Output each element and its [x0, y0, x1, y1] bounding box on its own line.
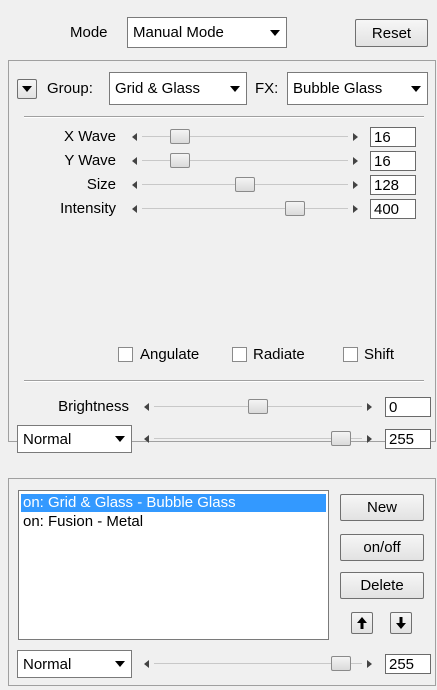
- angulate-checkbox[interactable]: [118, 347, 133, 362]
- delete-layer-button[interactable]: Delete: [340, 572, 424, 599]
- chevron-down-icon: [230, 85, 240, 92]
- radiate-label: Radiate: [253, 346, 305, 363]
- y-wave-input[interactable]: [370, 151, 416, 171]
- divider: [24, 116, 424, 118]
- radiate-checkbox[interactable]: [232, 347, 247, 362]
- param-label-size: Size: [86, 176, 116, 193]
- param-label-x-wave: X Wave: [64, 128, 116, 145]
- size-input[interactable]: [370, 175, 416, 195]
- angulate-label: Angulate: [140, 346, 200, 363]
- chevron-down-icon: [115, 436, 125, 442]
- scroll-right-arrow-icon: [353, 133, 358, 141]
- scroll-right-arrow-icon: [353, 157, 358, 165]
- blend-mode-value: Normal: [23, 430, 72, 448]
- scroll-right-arrow-icon: [367, 403, 372, 411]
- scroll-right-arrow-icon: [353, 205, 358, 213]
- chevron-down-icon: [22, 86, 32, 92]
- toggle-layer-button[interactable]: on/off: [340, 534, 424, 561]
- move-up-button[interactable]: [351, 612, 373, 634]
- arrow-down-icon: [396, 617, 406, 629]
- list-item[interactable]: on: Fusion - Metal: [21, 513, 326, 531]
- y-wave-slider[interactable]: [130, 152, 360, 170]
- shift-label: Shift: [364, 346, 395, 363]
- slider-thumb[interactable]: [330, 431, 351, 446]
- divider: [24, 380, 424, 382]
- blend-opacity-slider[interactable]: [142, 430, 374, 448]
- slider-thumb[interactable]: [169, 129, 190, 144]
- mode-select[interactable]: Manual Mode: [127, 17, 287, 48]
- x-wave-slider[interactable]: [130, 128, 360, 146]
- size-slider[interactable]: [130, 176, 360, 194]
- scroll-right-arrow-icon: [353, 181, 358, 189]
- intensity-input[interactable]: [370, 199, 416, 219]
- chevron-down-icon: [115, 661, 125, 667]
- scroll-left-arrow-icon: [132, 133, 137, 141]
- scroll-right-arrow-icon: [367, 660, 372, 668]
- fx-select[interactable]: Bubble Glass: [287, 72, 428, 105]
- group-label: Group:: [47, 80, 93, 97]
- intensity-slider[interactable]: [130, 200, 360, 218]
- scroll-left-arrow-icon: [132, 157, 137, 165]
- shift-checkbox[interactable]: [343, 347, 358, 362]
- list-item[interactable]: on: Grid & Glass - Bubble Glass: [21, 494, 326, 512]
- x-wave-input[interactable]: [370, 127, 416, 147]
- move-down-button[interactable]: [390, 612, 412, 634]
- collapse-button[interactable]: [17, 79, 37, 99]
- fx-label: FX:: [255, 80, 279, 97]
- layer-opacity-input[interactable]: [385, 654, 431, 674]
- reset-button[interactable]: Reset: [355, 19, 428, 47]
- scroll-left-arrow-icon: [144, 435, 149, 443]
- param-label-intensity: Intensity: [60, 200, 116, 217]
- layer-blend-mode-value: Normal: [23, 655, 72, 673]
- blend-opacity-input[interactable]: [385, 429, 431, 449]
- chevron-down-icon: [270, 29, 280, 36]
- brightness-input[interactable]: [385, 397, 431, 417]
- slider-thumb[interactable]: [285, 201, 306, 216]
- mode-label: Mode: [70, 24, 108, 41]
- group-select[interactable]: Grid & Glass: [109, 72, 247, 105]
- slider-thumb[interactable]: [248, 399, 268, 414]
- scroll-left-arrow-icon: [132, 205, 137, 213]
- scroll-right-arrow-icon: [367, 435, 372, 443]
- blend-mode-select[interactable]: Normal: [17, 425, 132, 453]
- slider-thumb[interactable]: [330, 656, 351, 671]
- fx-select-value: Bubble Glass: [293, 80, 383, 97]
- group-select-value: Grid & Glass: [115, 80, 201, 97]
- scroll-left-arrow-icon: [144, 660, 149, 668]
- arrow-up-icon: [357, 617, 367, 629]
- brightness-label: Brightness: [58, 398, 129, 415]
- scroll-left-arrow-icon: [132, 181, 137, 189]
- mode-select-value: Manual Mode: [133, 24, 224, 41]
- brightness-slider[interactable]: [142, 398, 374, 416]
- param-label-y-wave: Y Wave: [64, 152, 116, 169]
- slider-thumb[interactable]: [235, 177, 255, 192]
- chevron-down-icon: [411, 85, 421, 92]
- layer-blend-mode-select[interactable]: Normal: [17, 650, 132, 678]
- scroll-left-arrow-icon: [144, 403, 149, 411]
- layers-list[interactable]: on: Grid & Glass - Bubble Glass on: Fusi…: [18, 490, 329, 640]
- layer-opacity-slider[interactable]: [142, 655, 374, 673]
- new-layer-button[interactable]: New: [340, 494, 424, 521]
- slider-thumb[interactable]: [169, 153, 190, 168]
